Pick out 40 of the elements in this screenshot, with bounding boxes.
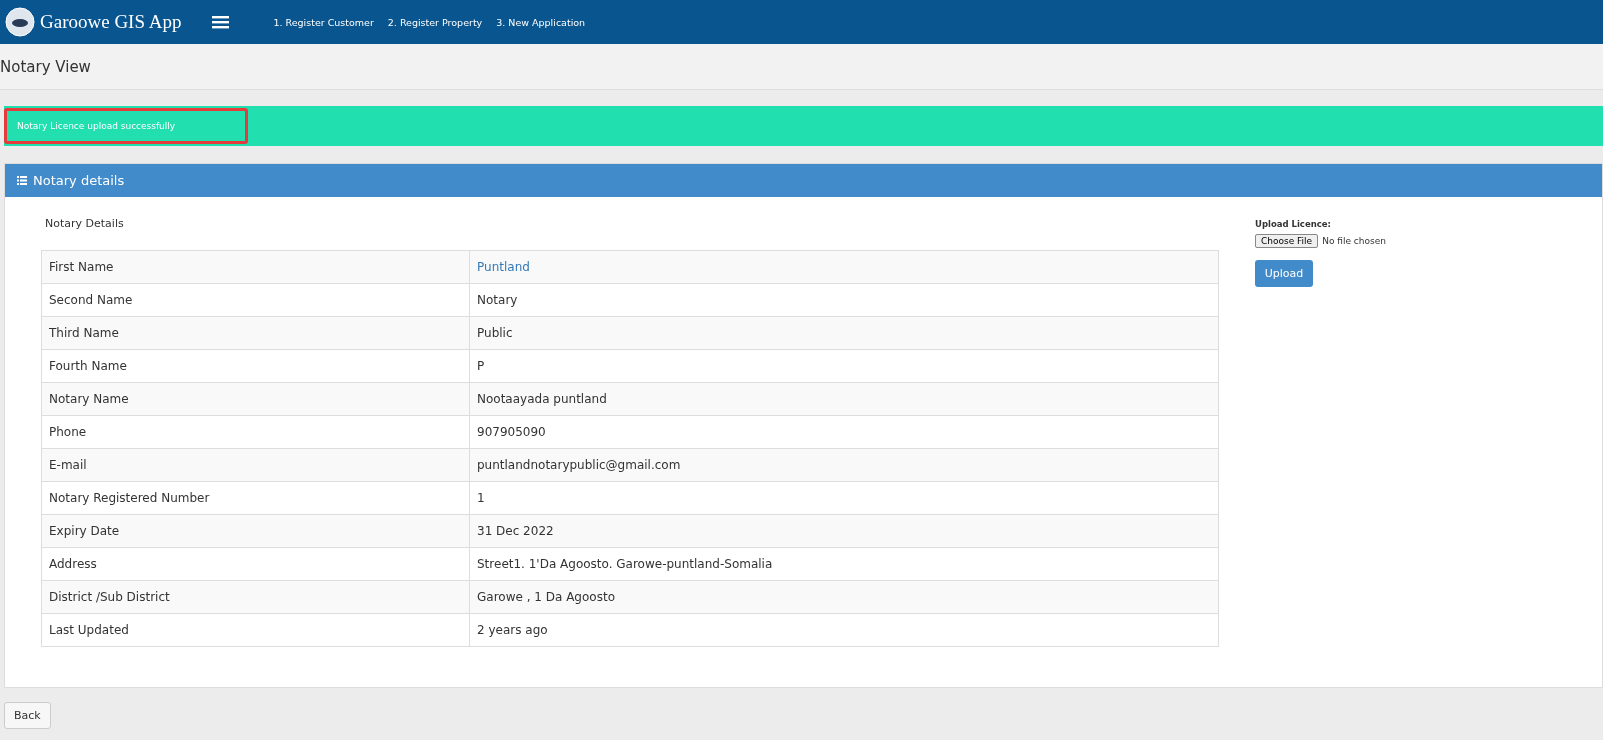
table-cell: 31 Dec 2022 xyxy=(469,514,1219,548)
panel-title: Notary details xyxy=(33,173,125,188)
table-cell: Public xyxy=(469,316,1219,350)
table-cell: Notary xyxy=(469,283,1219,317)
table-cell: First Name xyxy=(41,250,470,284)
nav-link[interactable]: 3. New Application xyxy=(496,16,586,28)
table-cell: Street1. 1'Da Agoosto. Garowe-puntland-Somalia xyxy=(469,547,1219,581)
alert-message: Notary Licence upload successfully xyxy=(4,108,249,144)
file-status: No file chosen xyxy=(1322,236,1386,246)
table-cell: Notary Name xyxy=(41,382,470,416)
nav-link[interactable]: 1. Register Customer xyxy=(273,16,374,28)
table-cell: Address xyxy=(41,547,470,581)
table-cell: Garowe , 1 Da Agoosto xyxy=(469,580,1219,614)
page-title: Notary View xyxy=(0,57,91,76)
table-cell: Second Name xyxy=(41,283,470,317)
table-cell: puntlandnotarypublic@gmail.com xyxy=(469,448,1219,482)
logo-icon xyxy=(5,7,35,37)
app-name: Garoowe GIS App xyxy=(40,11,182,33)
table-cell: P xyxy=(469,349,1219,383)
table-cell: Nootaayada puntland xyxy=(469,382,1219,416)
table-cell: 2 years ago xyxy=(469,613,1219,647)
back-button[interactable]: Back xyxy=(4,702,51,729)
table-cell: 907905090 xyxy=(469,415,1219,449)
table-cell: Fourth Name xyxy=(41,349,470,383)
choose-file-button[interactable]: Choose File xyxy=(1255,234,1319,248)
table-cell: Expiry Date xyxy=(41,514,470,548)
upload-button[interactable]: Upload xyxy=(1255,260,1313,287)
nav-link[interactable]: 2. Register Property xyxy=(387,16,483,28)
table-cell: Last Updated xyxy=(41,613,470,647)
list-icon xyxy=(17,176,27,185)
table-cell: Phone xyxy=(41,415,470,449)
section-heading: Notary Details xyxy=(44,217,125,230)
table-cell: 1 xyxy=(469,481,1219,515)
value-link[interactable]: Puntland xyxy=(477,260,530,274)
table-cell: Notary Registered Number xyxy=(41,481,470,515)
table-cell: E-mail xyxy=(41,448,470,482)
upload-label: Upload Licence: xyxy=(1255,219,1332,229)
menu-icon[interactable] xyxy=(212,15,230,29)
table-cell: Third Name xyxy=(41,316,470,350)
table-cell: District /Sub District xyxy=(41,580,470,614)
